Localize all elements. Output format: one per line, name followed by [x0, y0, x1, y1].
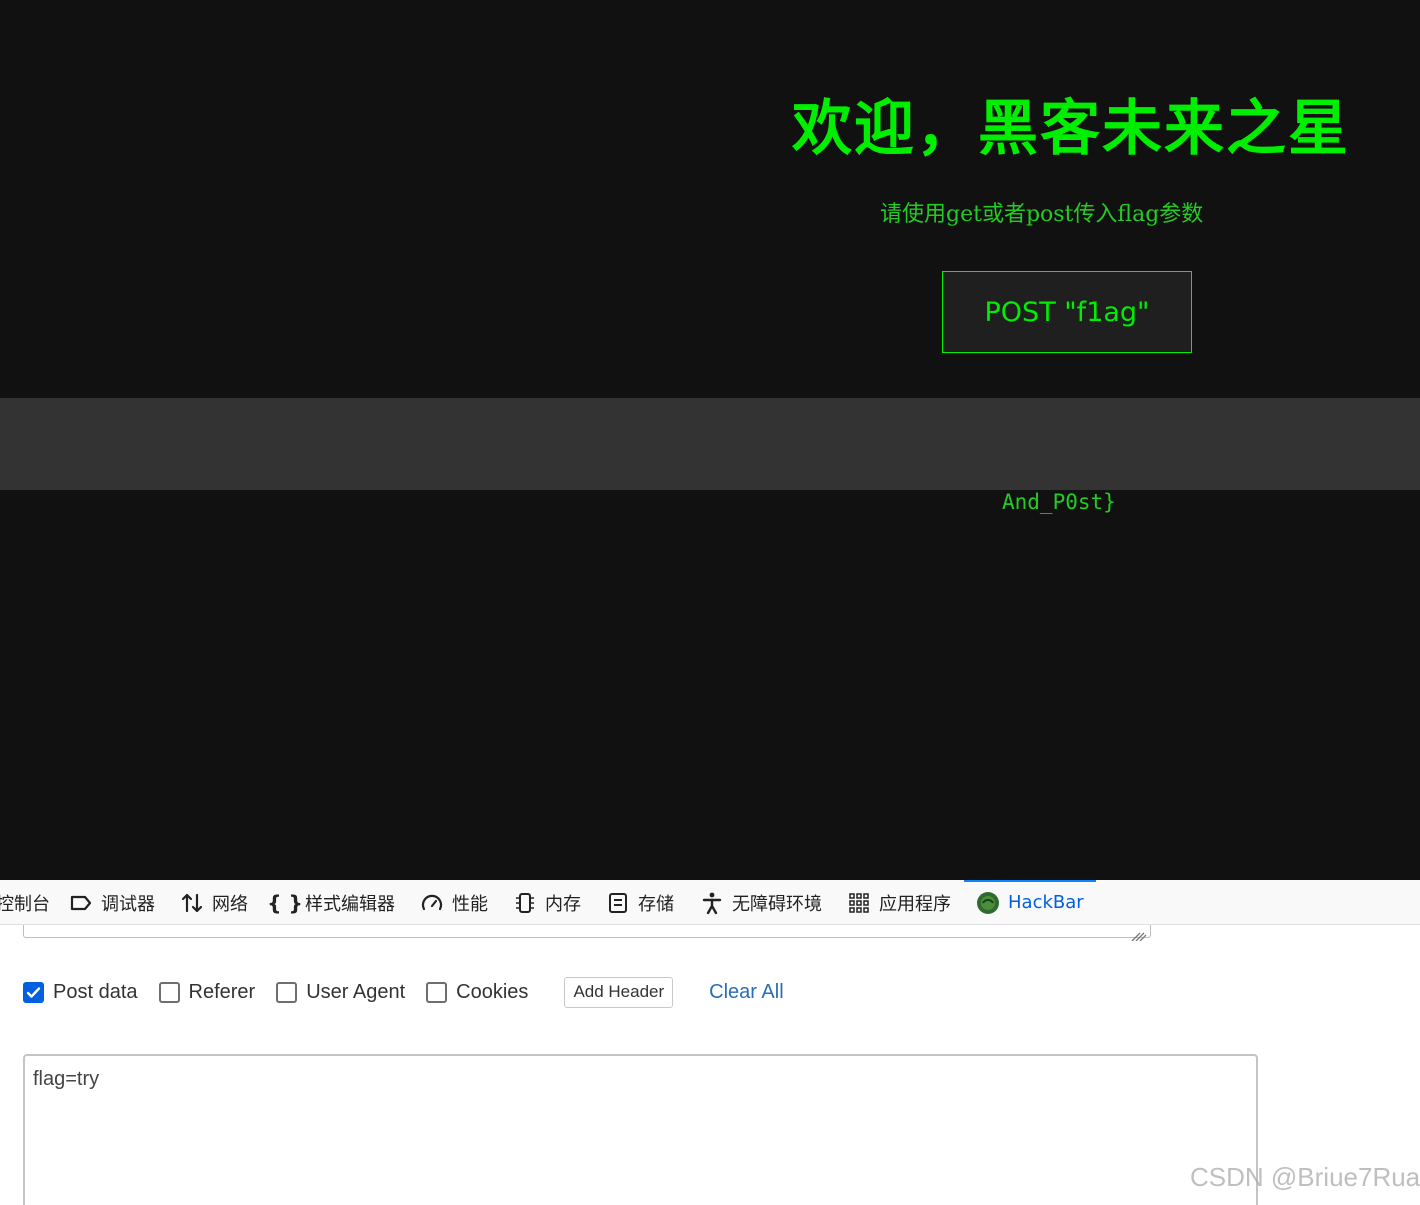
debugger-icon: [69, 891, 93, 915]
hackbar-options-row: Post data Referer User Agent Cookies Add…: [23, 976, 784, 1008]
tab-label-hackbar: HackBar: [1008, 892, 1084, 913]
hackbar-icon: [976, 891, 1000, 915]
clear-all-link[interactable]: Clear All: [709, 981, 783, 1004]
style-editor-icon: { }: [267, 890, 303, 915]
tab-accessibility[interactable]: 无障碍环境: [700, 880, 822, 925]
cookies-label: Cookies: [456, 980, 529, 1003]
resize-grip-icon[interactable]: [1130, 926, 1148, 942]
user-agent-toggle[interactable]: User Agent: [276, 981, 405, 1004]
storage-icon: [606, 891, 630, 915]
performance-icon: [420, 891, 444, 915]
post-data-label: Post data: [53, 980, 138, 1003]
application-icon: [847, 891, 871, 915]
tab-label-memory: 内存: [545, 893, 581, 915]
referer-label: Referer: [188, 980, 256, 1003]
url-textarea[interactable]: [23, 925, 1151, 942]
tab-storage[interactable]: 存储: [606, 880, 674, 925]
cookies-toggle[interactable]: Cookies: [426, 981, 528, 1004]
tab-label-performance: 性能: [452, 893, 488, 915]
user-agent-label: User Agent: [306, 980, 406, 1003]
post-data-textarea[interactable]: flag=try: [23, 1054, 1258, 1205]
tab-label-application: 应用程序: [879, 893, 951, 915]
post-data-checkbox[interactable]: [23, 981, 44, 1003]
tab-style-editor[interactable]: { } 样式编辑器: [267, 880, 395, 925]
tab-network[interactable]: 网络: [180, 880, 248, 925]
tab-application[interactable]: 应用程序: [847, 880, 951, 925]
tab-label-network: 网络: [212, 893, 248, 915]
add-header-button[interactable]: Add Header: [564, 976, 674, 1008]
grey-band: [0, 398, 1420, 490]
referer-toggle[interactable]: Referer: [158, 980, 256, 1004]
tab-label-storage: 存储: [638, 893, 674, 915]
accessibility-icon: [700, 891, 724, 915]
flag-fragment-text: And_P0st}: [1002, 490, 1116, 514]
page-title: 欢迎，黑客未来之星: [792, 94, 1350, 164]
memory-icon: [513, 891, 537, 915]
network-icon: [180, 891, 204, 915]
cookies-checkbox[interactable]: [426, 981, 448, 1003]
tab-label-style-editor: 样式编辑器: [305, 893, 395, 915]
tab-memory[interactable]: 内存: [513, 880, 581, 925]
post-flag-button[interactable]: POST "f1ag": [942, 271, 1192, 353]
tab-debugger[interactable]: 调试器: [69, 880, 155, 925]
referer-checkbox[interactable]: [158, 981, 180, 1003]
tab-label-accessibility: 无障碍环境: [732, 893, 822, 915]
web-page-viewport: 欢迎，黑客未来之星 请使用get或者post传入flag参数 POST "f1a…: [0, 0, 1420, 880]
tab-label-debugger: 调试器: [101, 893, 155, 915]
user-agent-checkbox[interactable]: [276, 981, 298, 1003]
watermark: CSDN @Briue7Rua: [1190, 1162, 1420, 1192]
tab-console[interactable]: 控制台: [0, 880, 50, 925]
page-subtitle: 请使用get或者post传入flag参数: [880, 202, 1204, 227]
devtools-toolbar: 控制台 调试器 网络 { } 样式编辑器 性能 内存 存储 无障碍环境 应用程序…: [0, 880, 1420, 925]
post-data-toggle[interactable]: Post data: [23, 981, 138, 1004]
tab-performance[interactable]: 性能: [420, 880, 488, 925]
tab-hackbar[interactable]: HackBar: [964, 880, 1096, 925]
tab-label-console: 控制台: [0, 893, 50, 915]
screen: 欢迎，黑客未来之星 请使用get或者post传入flag参数 POST "f1a…: [0, 0, 1420, 1205]
